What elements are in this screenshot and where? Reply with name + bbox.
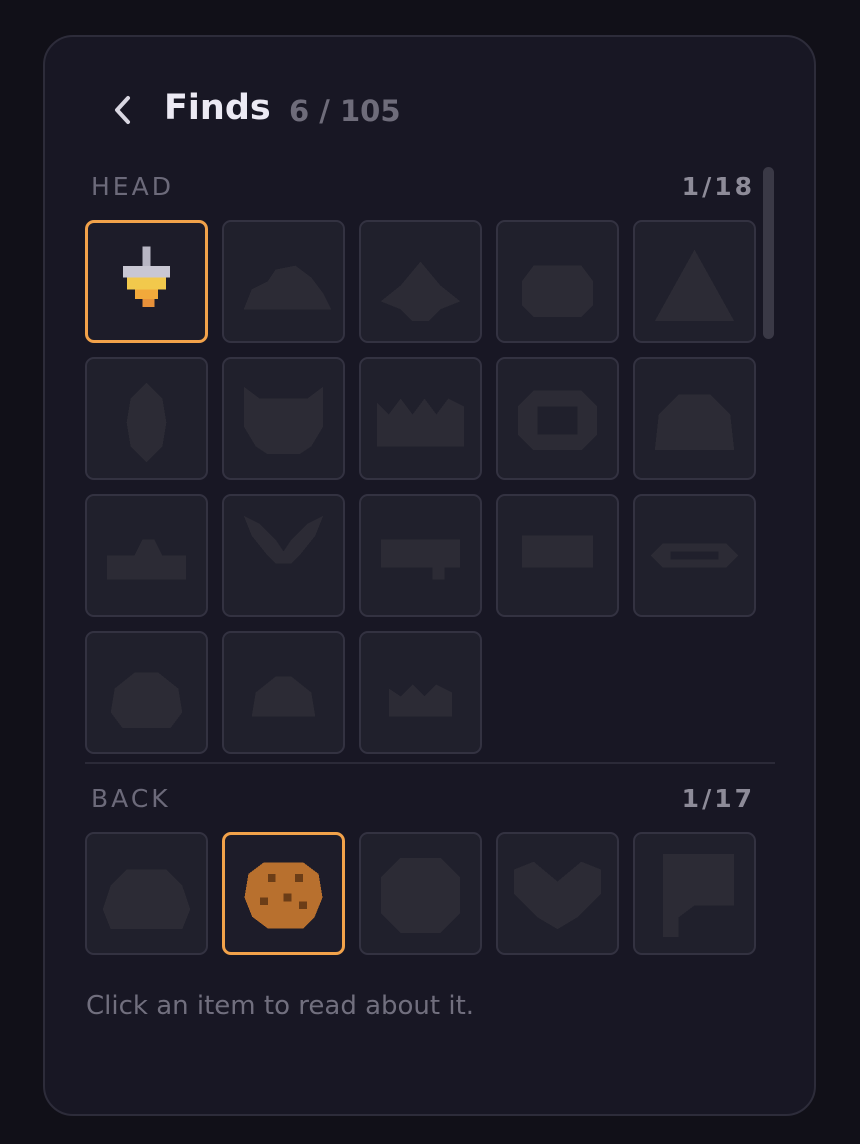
head-item-slot[interactable] [85,357,208,480]
head-item-slot[interactable] [85,220,208,343]
headband-icon [380,539,461,580]
flat-cap-icon [106,539,187,580]
visor-icon [521,535,594,568]
back-button[interactable] [103,90,143,130]
section-label-back: BACK [91,784,171,813]
head-item-slot[interactable] [359,220,482,343]
wings-icon [513,861,602,930]
head-item-slot[interactable] [222,631,345,754]
back-item-slot[interactable] [633,832,756,955]
head-item-slot[interactable] [496,357,619,480]
crown-icon [376,398,465,447]
chevron-left-icon [115,96,130,124]
page-title: Finds [164,88,271,128]
cone-hat-icon [654,249,735,322]
head-item-slot[interactable] [359,631,482,754]
finds-panel: Finds 6 / 105 HEAD 1/18 BACK 1/17 Click … [43,35,816,1116]
hood-icon [110,672,183,729]
cookie-shell-icon [244,862,323,929]
head-item-slot[interactable] [633,494,756,617]
head-item-slot[interactable] [222,220,345,343]
cloud-hat-icon [243,265,332,310]
finds-total-count: 6 / 105 [289,94,401,128]
horned-helmet-icon [243,386,324,455]
round-cap-icon [521,265,594,318]
head-item-slot[interactable] [359,494,482,617]
head-item-slot[interactable] [85,494,208,617]
head-item-slot[interactable] [496,494,619,617]
head-item-slot[interactable] [359,357,482,480]
dome-helmet-icon [654,394,735,451]
section-label-head: HEAD [91,172,174,201]
section-count-head: 1/18 [681,172,755,201]
lamp-hat-icon [123,246,170,307]
head-item-slot[interactable] [633,220,756,343]
section-divider [85,762,775,764]
beanie-icon [251,676,316,717]
head-item-slot[interactable] [633,357,756,480]
small-crown-icon [388,684,453,717]
flag-icon [662,853,735,938]
panel-header: Finds 6 / 105 [45,37,814,177]
hint-text: Click an item to read about it. [86,991,475,1021]
round-shield-icon [380,857,461,934]
scrollbar-thumb[interactable] [763,167,774,339]
back-item-slot[interactable] [359,832,482,955]
egg-helmet-icon [126,382,167,463]
bag-icon [102,869,191,930]
head-item-slot[interactable] [85,631,208,754]
head-item-slot[interactable] [222,494,345,617]
section-count-back: 1/17 [681,784,755,813]
spiked-hat-icon [380,261,461,322]
back-item-slot[interactable] [222,832,345,955]
back-item-slot[interactable] [496,832,619,955]
ring-halo-icon [650,543,739,568]
antlers-icon [243,515,324,564]
back-item-slot[interactable] [85,832,208,955]
halo-ring-icon [517,390,598,451]
head-item-slot[interactable] [222,357,345,480]
head-item-slot[interactable] [496,220,619,343]
